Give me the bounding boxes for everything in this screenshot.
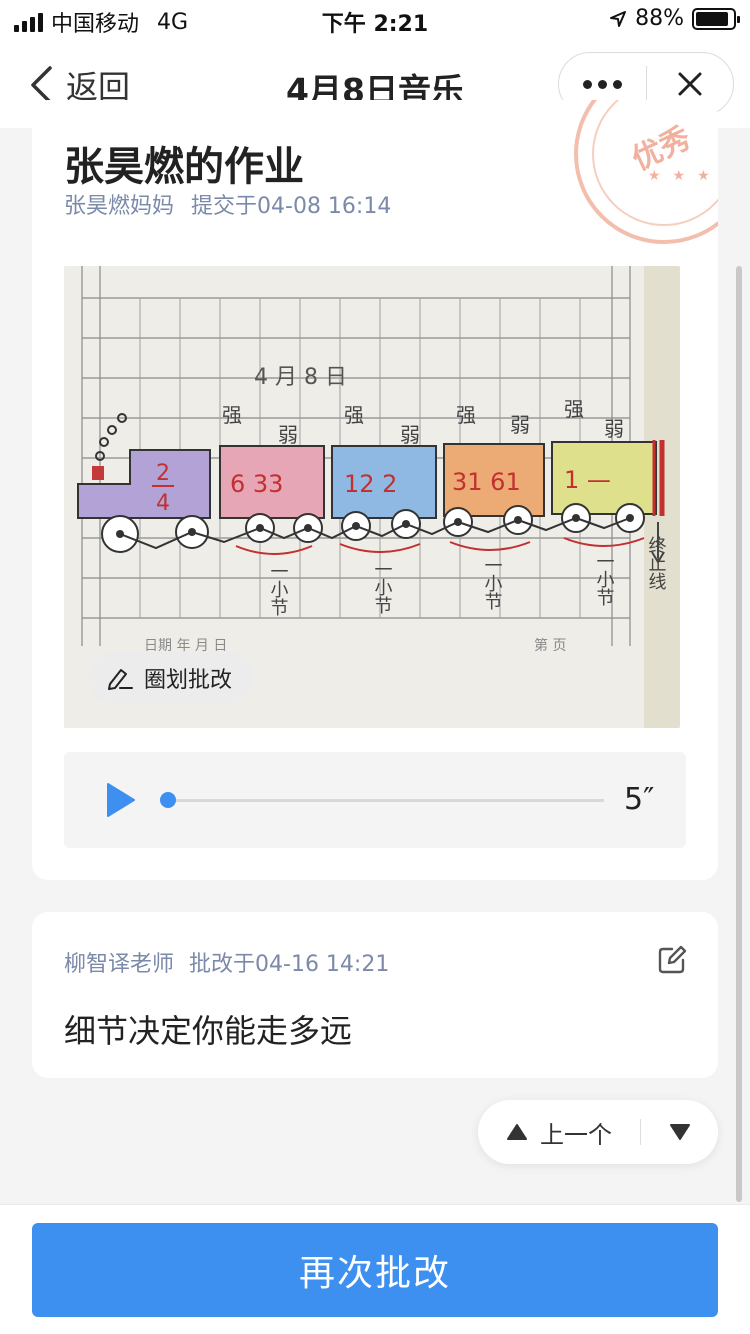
pen-icon — [108, 669, 133, 690]
time-signature-bottom: 4 — [156, 491, 170, 516]
annotate-button[interactable]: 圈划批改 — [88, 652, 255, 704]
beat-weak-2: 弱 — [400, 423, 420, 447]
more-dots-icon — [583, 79, 592, 89]
triangle-down-icon — [669, 1124, 690, 1140]
teacher-name: 柳智译老师 — [64, 952, 175, 977]
measure-4-notes: 1 — — [564, 466, 611, 494]
bar-label-4: 一小节 — [594, 552, 615, 606]
bar-label-1: 一小节 — [268, 562, 289, 616]
status-right: 88% — [609, 6, 740, 31]
homework-photo[interactable]: 4 月 8 日 强 弱 强 弱 强 弱 强 弱 2 4 6 33 12 2 31… — [64, 266, 680, 728]
audio-player: 5″ — [64, 752, 686, 848]
location-arrow-icon — [610, 10, 627, 27]
edit-icon[interactable] — [656, 944, 688, 976]
beat-strong-3: 强 — [456, 403, 476, 427]
more-button[interactable] — [559, 79, 646, 89]
close-button[interactable] — [647, 71, 733, 97]
teacher-comment-card: 柳智译老师 批改于04-16 14:21 细节决定你能走多远 — [32, 912, 718, 1078]
beat-strong-4: 强 — [564, 397, 584, 421]
homework-card: 优秀 ★★★ 张昊燃的作业 张昊燃妈妈 提交于04-08 16:14 4 月 8… — [32, 100, 718, 880]
triangle-up-icon — [507, 1124, 527, 1140]
audio-duration: 5″ — [624, 782, 655, 817]
previous-label: 上一个 — [540, 1120, 612, 1149]
end-line-label: 终止线 — [646, 536, 667, 590]
beat-weak-3: 弱 — [510, 413, 530, 437]
close-icon — [678, 72, 702, 96]
play-icon[interactable] — [100, 780, 140, 820]
bar-label-3: 一小节 — [482, 556, 503, 610]
comment-meta: 柳智译老师 批改于04-16 14:21 — [64, 946, 389, 978]
battery-percent: 88% — [635, 6, 684, 31]
beat-weak-1: 弱 — [278, 423, 298, 447]
previous-button[interactable]: 上一个 — [478, 1115, 640, 1150]
status-bar: 中国移动 4G 下午 2:21 88% — [0, 0, 750, 40]
annotate-label: 圈划批改 — [144, 668, 233, 693]
bottom-action-bar: 再次批改 — [0, 1204, 750, 1334]
measure-3-notes: 31 61 — [452, 468, 521, 496]
submit-time: 提交于04-08 16:14 — [191, 194, 392, 219]
regrade-button[interactable]: 再次批改 — [32, 1223, 718, 1317]
bar-label-2: 一小节 — [372, 560, 393, 614]
beat-weak-4: 弱 — [604, 417, 624, 441]
homework-title: 张昊燃的作业 — [64, 144, 304, 190]
submission-meta: 张昊燃妈妈 提交于04-08 16:14 — [64, 188, 391, 220]
measure-2-notes: 12 2 — [344, 470, 397, 498]
audio-progress-track[interactable] — [168, 799, 604, 802]
excellent-stamp: 优秀 ★★★ — [574, 100, 718, 244]
time-signature-top: 2 — [156, 461, 170, 486]
scrollbar[interactable] — [736, 266, 742, 1202]
comment-text: 细节决定你能走多远 — [64, 1012, 353, 1050]
measure-1-notes: 6 33 — [230, 470, 283, 498]
beat-strong-2: 强 — [344, 403, 364, 427]
audio-progress-knob[interactable] — [160, 792, 176, 808]
submission-pager: 上一个 — [478, 1100, 718, 1164]
photo-date: 4 月 8 日 — [254, 365, 347, 390]
battery-icon — [692, 7, 740, 30]
submitter-name: 张昊燃妈妈 — [64, 194, 175, 219]
beat-strong-1: 强 — [222, 403, 242, 427]
next-button[interactable] — [641, 1123, 718, 1141]
photo-footer-page: 第 页 — [534, 637, 566, 654]
stamp-stars-icon: ★★★ — [648, 168, 718, 184]
graded-time: 批改于04-16 14:21 — [189, 952, 390, 977]
